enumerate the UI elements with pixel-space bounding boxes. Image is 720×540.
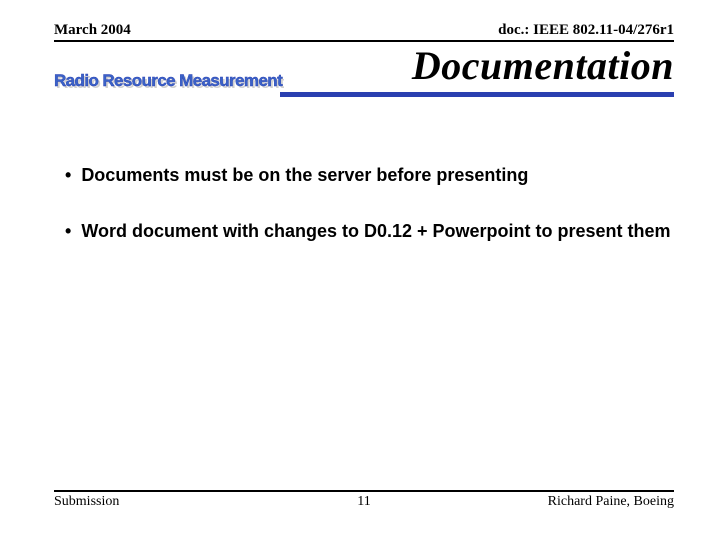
bullet-text: Word document with changes to D0.12 + Po…	[81, 221, 670, 241]
footer-rule	[54, 490, 674, 492]
bullet-item: • Documents must be on the server before…	[60, 165, 680, 187]
body: • Documents must be on the server before…	[60, 165, 680, 276]
footer: 11 Submission Richard Paine, Boeing	[54, 490, 674, 510]
bullet-text: Documents must be on the server before p…	[81, 165, 528, 185]
header-date: March 2004	[54, 22, 131, 39]
footer-page-number: 11	[54, 494, 674, 510]
title-rule	[280, 92, 674, 97]
header: March 2004 doc.: IEEE 802.11-04/276r1	[54, 22, 674, 42]
slide-title: Documentation	[412, 42, 674, 89]
bullet-item: • Word document with changes to D0.12 + …	[60, 221, 680, 243]
rrm-logo-text: Radio Resource Measurement	[54, 71, 283, 90]
rrm-logo: Radio Resource Measurement Radio Resourc…	[54, 62, 284, 100]
header-doc-id: doc.: IEEE 802.11-04/276r1	[498, 22, 674, 39]
